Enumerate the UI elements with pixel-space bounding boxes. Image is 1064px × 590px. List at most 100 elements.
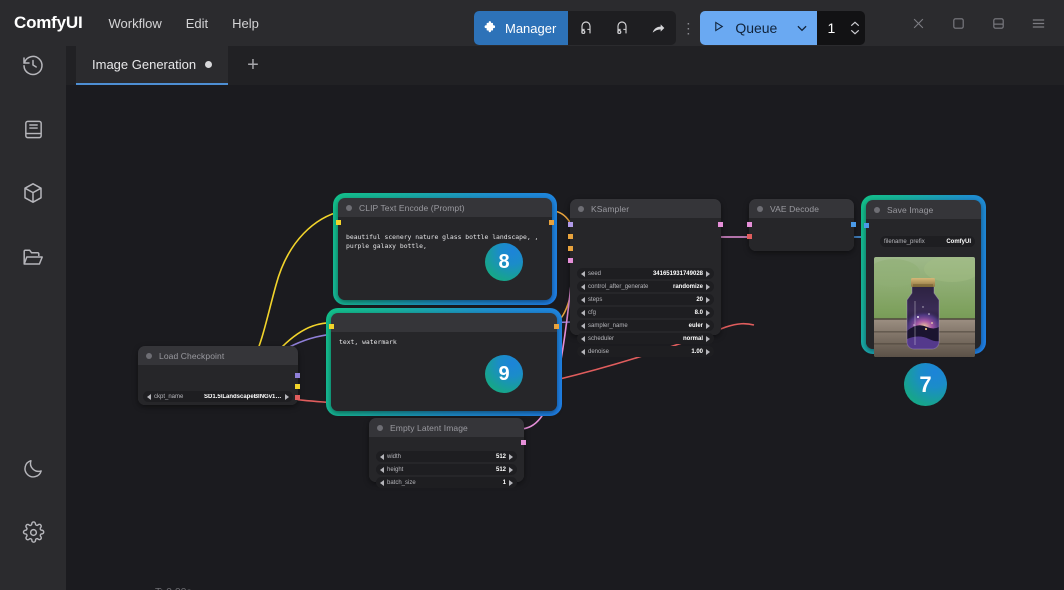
selection-highlight-save-image: Save Image filename_prefix ComfyUI [861,195,986,357]
node-clip-text-encode-negative[interactable]: text, watermark [329,313,559,411]
menu-help[interactable]: Help [232,16,259,31]
menu-edit[interactable]: Edit [186,16,208,31]
decrement-arrow-icon[interactable] [147,393,151,400]
port-conditioning-out[interactable] [549,220,554,225]
port-conditioning-out[interactable] [554,324,559,329]
toolbar-overflow-button[interactable]: ⋮ [679,11,697,45]
increment-arrow-icon[interactable] [509,466,513,473]
node-title-bar[interactable]: Save Image [866,200,981,219]
collapse-dot-icon[interactable] [874,206,880,213]
manager-button[interactable]: Manager [474,11,569,45]
node-save-image[interactable]: Save Image filename_prefix ComfyUI [864,200,981,357]
panel-icon[interactable] [978,10,1018,36]
increment-arrow-icon[interactable] [706,283,710,290]
widget-control-after-generate[interactable]: control_after_generate randomize [577,281,714,292]
port-clip-in[interactable] [336,220,341,225]
port-model-in[interactable] [568,222,573,227]
increment-arrow-icon[interactable] [706,270,710,277]
output-image-preview[interactable] [874,257,975,357]
widget-seed[interactable]: seed 341651931749028 [577,268,714,279]
port-samples-in[interactable] [747,222,752,227]
node-load-checkpoint[interactable]: Load Checkpoint ckpt_name SD1.5\Landscap… [138,346,300,405]
workflow-canvas[interactable]: Load Checkpoint ckpt_name SD1.5\Landscap… [66,85,1064,590]
node-vae-decode[interactable]: VAE Decode [747,199,856,251]
port-latent-out[interactable] [718,222,723,227]
collapse-dot-icon[interactable] [146,352,152,359]
queue-button[interactable]: Queue [700,11,788,45]
sidebar-item-theme-toggle[interactable] [0,436,66,500]
widget-scheduler[interactable]: scheduler normal [577,333,714,344]
port-latent-in[interactable] [568,258,573,263]
port-clip-in[interactable] [329,324,334,329]
menu-workflow[interactable]: Workflow [109,16,162,31]
widget-filename-prefix[interactable]: filename_prefix ComfyUI [880,236,975,247]
decrement-arrow-icon[interactable] [380,453,384,460]
increment-arrow-icon[interactable] [706,296,710,303]
node-title-bar[interactable]: VAE Decode [749,199,854,218]
node-title-bar[interactable]: CLIP Text Encode (Prompt) [338,198,552,217]
node-ksampler[interactable]: KSampler seed 341651931749028 control_af… [568,199,723,357]
decrement-arrow-icon[interactable] [581,309,585,316]
decrement-arrow-icon[interactable] [380,466,384,473]
widget-sampler-name[interactable]: sampler_name euler [577,320,714,331]
collapse-dot-icon[interactable] [578,205,584,212]
hamburger-icon[interactable] [1018,10,1058,36]
node-title-bar[interactable]: Load Checkpoint [138,346,298,365]
sidebar-item-settings[interactable] [0,500,66,564]
decrement-arrow-icon[interactable] [581,296,585,303]
decrement-arrow-icon[interactable] [380,479,384,486]
widget-denoise[interactable]: denoise 1.00 [577,346,714,357]
node-title-bar[interactable]: KSampler [570,199,721,218]
sidebar-item-model-library[interactable] [0,161,66,225]
magnet-icon-1[interactable] [568,11,604,45]
widget-batch-size[interactable]: batch_size 1 [376,477,517,488]
port-vae-in[interactable] [747,234,752,239]
port-model-out[interactable] [295,373,300,378]
widget-width[interactable]: width 512 [376,451,517,462]
increment-arrow-icon[interactable] [706,309,710,316]
queue-count-value[interactable]: 1 [817,11,846,45]
add-tab-button[interactable]: + [234,46,272,85]
node-title-bar[interactable]: Empty Latent Image [369,418,524,437]
node-empty-latent-image[interactable]: Empty Latent Image width 512 height 512 [369,418,526,488]
decrement-arrow-icon[interactable] [581,283,585,290]
node-clip-text-encode-positive[interactable]: CLIP Text Encode (Prompt) beautiful scen… [336,198,554,300]
port-negative-in[interactable] [568,246,573,251]
increment-arrow-icon[interactable] [706,348,710,355]
widget-label: control_after_generate [588,283,649,290]
chevron-down-icon[interactable] [787,11,818,45]
close-icon[interactable] [898,10,938,36]
sidebar-item-workflows[interactable] [0,225,66,289]
port-vae-out[interactable] [295,395,300,400]
collapse-dot-icon[interactable] [757,205,763,212]
increment-arrow-icon[interactable] [706,335,710,342]
widget-ckpt-name[interactable]: ckpt_name SD1.5\LandscapeBINGv1.0.... [143,391,293,402]
collapse-dot-icon[interactable] [346,204,352,211]
decrement-arrow-icon[interactable] [581,270,585,277]
increment-arrow-icon[interactable] [509,479,513,486]
port-images-in[interactable] [864,223,869,228]
widget-height[interactable]: height 512 [376,464,517,475]
increment-arrow-icon[interactable] [285,393,289,400]
collapse-dot-icon[interactable] [377,424,383,431]
decrement-arrow-icon[interactable] [581,335,585,342]
prompt-text-negative[interactable]: text, watermark [339,338,549,347]
increment-arrow-icon[interactable] [509,453,513,460]
increment-arrow-icon[interactable] [706,322,710,329]
port-clip-out[interactable] [295,384,300,389]
share-arrow-icon[interactable] [640,11,676,45]
port-positive-in[interactable] [568,234,573,239]
magnet-icon-2[interactable] [604,11,640,45]
decrement-arrow-icon[interactable] [581,322,585,329]
square-icon[interactable] [938,10,978,36]
port-latent-out[interactable] [521,440,526,445]
queue-count-stepper[interactable] [845,11,866,45]
port-image-out[interactable] [851,222,856,227]
decrement-arrow-icon[interactable] [581,348,585,355]
widget-steps[interactable]: steps 20 [577,294,714,305]
sidebar-item-node-library[interactable] [0,97,66,161]
node-title-bar[interactable] [331,313,557,332]
tab-image-generation[interactable]: Image Generation [76,46,229,85]
widget-cfg[interactable]: cfg 8.0 [577,307,714,318]
sidebar-item-queue-history[interactable] [0,33,66,97]
